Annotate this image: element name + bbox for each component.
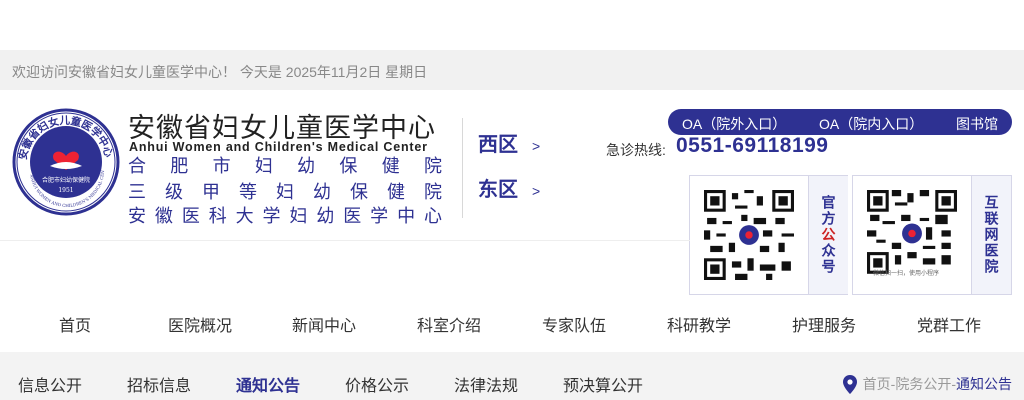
nav-item-overview[interactable]: 医院概况 [168, 312, 232, 336]
nav-item-departments[interactable]: 科室介绍 [417, 312, 481, 336]
nav-item-experts[interactable]: 专家队伍 [542, 312, 606, 336]
top-strip: 欢迎访问安徽省妇女儿童医学中心！ 今天是 2025年11月2日 星期日 [0, 50, 1024, 90]
brand-line-3: 安徽医科大学妇幼医学中心 [128, 206, 442, 226]
hospital-logo[interactable]: 安徽省妇女儿童医学中心 ANHUI WOMEN AND CHILDREN'S M… [12, 108, 120, 216]
hotline-number: 0551-69118199 [676, 134, 829, 157]
nav-item-party[interactable]: 党群工作 [917, 312, 981, 336]
hotline-label: 急诊热线: [606, 142, 666, 158]
header-rule [0, 240, 690, 241]
chevron-right-icon: > [532, 138, 541, 154]
district-west-link[interactable]: 西区 > [478, 128, 540, 157]
main-nav: 首页 医院概况 新闻中心 科室介绍 专家队伍 科研教学 护理服务 党群工作 [0, 312, 1024, 338]
district-west-label: 西区 [478, 134, 518, 156]
subnav-tender[interactable]: 招标信息 [127, 372, 191, 396]
nav-item-home[interactable]: 首页 [59, 312, 91, 336]
oa-bar: OA（院外入口） OA（院内入口） 图书馆 [668, 109, 1012, 135]
qr-code-icon [867, 190, 957, 280]
svg-text:合肥市妇幼保健院: 合肥市妇幼保健院 [42, 176, 90, 184]
nav-item-news[interactable]: 新闻中心 [292, 312, 356, 336]
subnav-notices[interactable]: 通知公告 [236, 372, 300, 396]
sub-nav-bar: 信息公开 招标信息 通知公告 价格公示 法律法规 预决算公开 首页 - 院务公开… [0, 352, 1024, 400]
subnav-laws[interactable]: 法律法规 [454, 372, 518, 396]
chevron-right-icon: > [532, 183, 541, 199]
subnav-prices[interactable]: 价格公示 [345, 372, 409, 396]
oa-inside-link[interactable]: OA（院内入口） [819, 114, 923, 134]
qr-internet-hospital[interactable]: 微信扫一扫，使用小程序 互联网医院 [852, 175, 1012, 295]
welcome-text: 欢迎访问安徽省妇女儿童医学中心！ 今天是 2025年11月2日 星期日 [12, 64, 428, 80]
qr-official-account[interactable]: 官方公众号 [689, 175, 848, 295]
breadcrumb: 首页 - 院务公开 - 通知公告 [842, 374, 1012, 394]
oa-outside-link[interactable]: OA（院外入口） [682, 114, 786, 134]
svg-text:1951: 1951 [58, 187, 73, 194]
brand-line-1: 合肥市妇幼保健院 [128, 156, 442, 176]
breadcrumb-current: 通知公告 [956, 376, 1012, 392]
location-pin-icon [842, 374, 857, 394]
qr-official-account-caption: 官方公众号 [808, 176, 848, 294]
library-link[interactable]: 图书馆 [956, 114, 998, 134]
qr-internet-hospital-caption: 互联网医院 [971, 176, 1011, 294]
breadcrumb-home[interactable]: 首页 [863, 374, 891, 394]
header-divider [462, 118, 463, 218]
qr-tiny-hint: 微信扫一扫，使用小程序 [873, 271, 940, 277]
qr-code-icon [704, 190, 794, 280]
district-east-label: 东区 [478, 179, 518, 201]
subnav-info-disclosure[interactable]: 信息公开 [18, 372, 82, 396]
nav-item-nursing[interactable]: 护理服务 [792, 312, 856, 336]
breadcrumb-section[interactable]: 院务公开 [895, 374, 951, 394]
nav-item-research[interactable]: 科研教学 [667, 312, 731, 336]
brand-line-2: 三级甲等妇幼保健院 [128, 182, 442, 202]
district-east-link[interactable]: 东区 > [478, 173, 540, 202]
subnav-budget[interactable]: 预决算公开 [563, 372, 643, 396]
